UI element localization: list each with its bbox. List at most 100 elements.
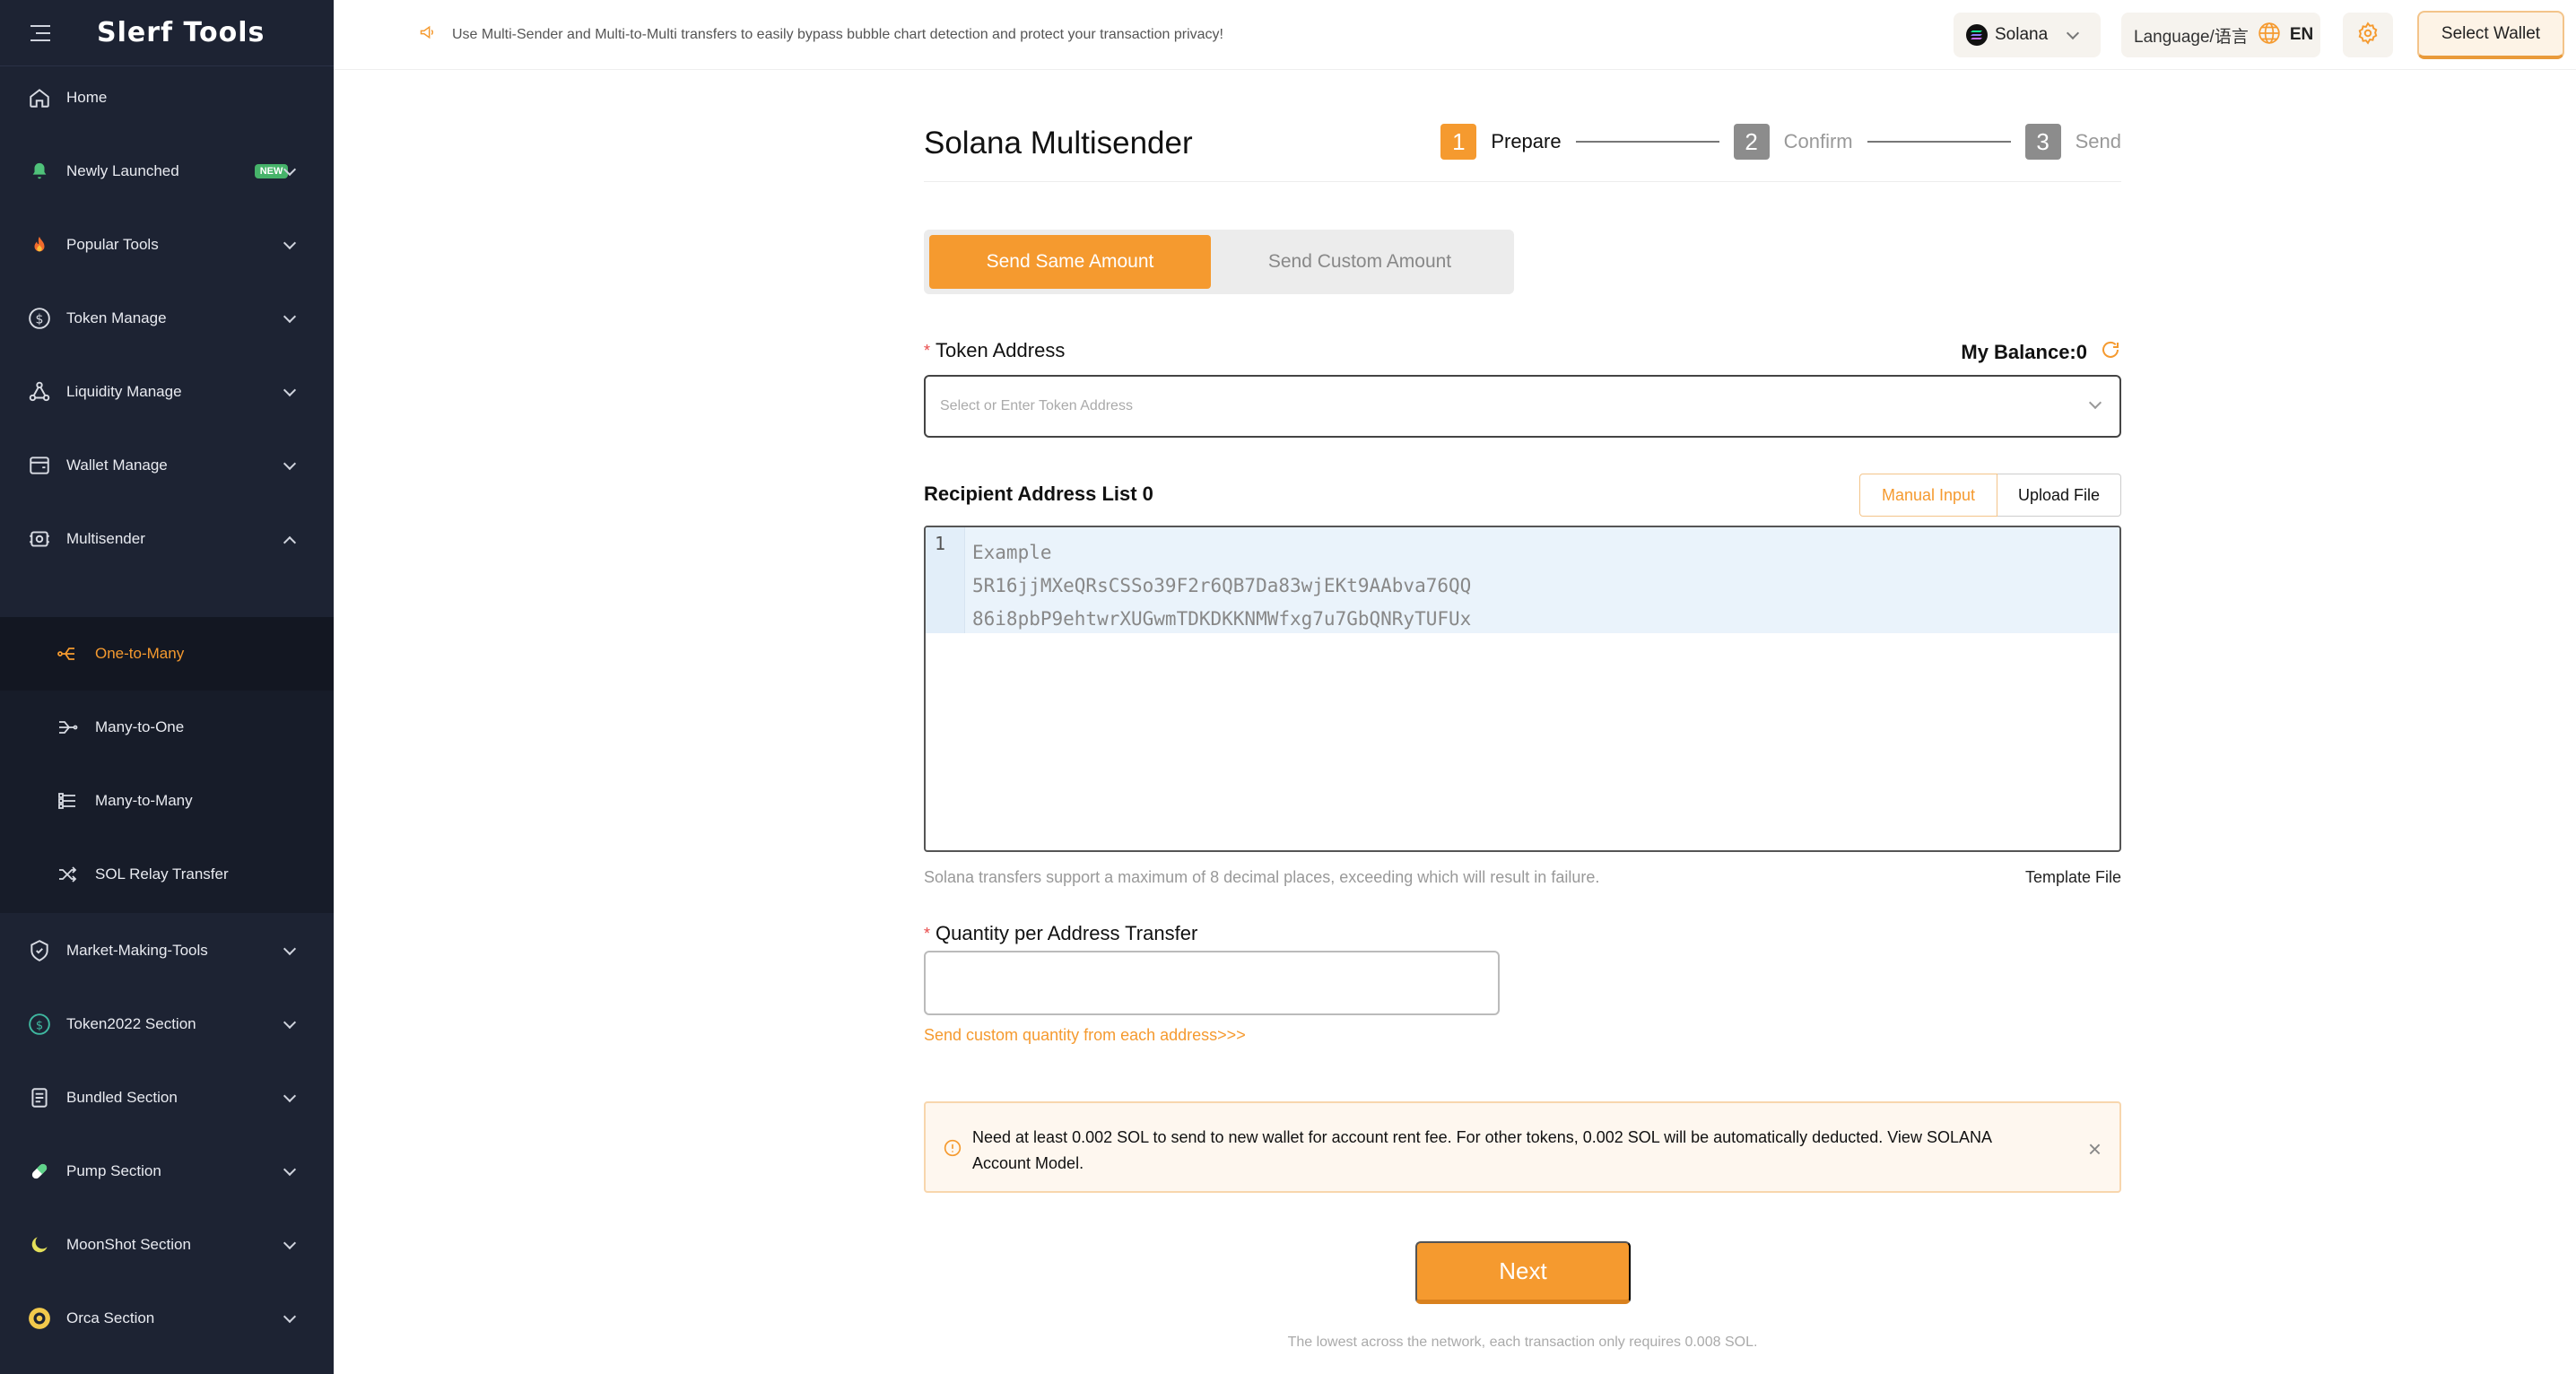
sidebar-item-label: Home <box>66 89 108 106</box>
refresh-icon[interactable] <box>2100 339 2121 366</box>
sidebar-item-orca-section[interactable]: Orca Section <box>0 1282 334 1355</box>
required-asterisk: * <box>924 924 931 943</box>
app-logo[interactable]: Slerf Tools <box>97 17 265 48</box>
rent-fee-alert: Need at least 0.002 SOL to send to new w… <box>924 1101 2121 1193</box>
bell-icon <box>27 159 52 184</box>
svg-text:$: $ <box>36 1019 43 1032</box>
globe-icon <box>2258 22 2281 49</box>
quantity-input[interactable] <box>924 951 1500 1015</box>
sidebar-subitem-label: Many-to-Many <box>95 792 193 809</box>
sidebar-item-label: Popular Tools <box>66 236 159 253</box>
sidebar-subitem-label: SOL Relay Transfer <box>95 865 229 883</box>
orca-icon <box>27 1306 52 1331</box>
sidebar-item-label: Liquidity Manage <box>66 383 182 400</box>
quantity-label-text: Quantity per Address Transfer <box>936 922 1198 944</box>
required-asterisk: * <box>924 341 931 360</box>
line-number: 1 <box>935 533 946 554</box>
sidebar-item-market-making-tools[interactable]: Market-Making-Tools <box>0 914 334 987</box>
sidebar-item-popular-tools[interactable]: Popular Tools <box>0 208 334 282</box>
sidebar-subitem-sol-relay-transfer[interactable]: SOL Relay Transfer <box>0 838 334 911</box>
template-file-link[interactable]: Template File <box>2025 868 2121 887</box>
sidebar-item-home[interactable]: Home <box>0 61 334 135</box>
chevron-down-icon <box>283 1089 297 1103</box>
next-button[interactable]: Next <box>1415 1241 1631 1304</box>
page-title: Solana Multisender <box>924 126 1193 161</box>
editor-line: Example <box>972 542 1052 563</box>
menu-collapse-icon[interactable] <box>30 24 50 41</box>
chevron-down-icon <box>283 1236 297 1250</box>
token-address-label: * Token Address <box>924 339 1065 362</box>
sidebar-item-label: Wallet Manage <box>66 457 168 474</box>
language-selector[interactable]: Language/语言 EN <box>2121 13 2320 57</box>
close-icon[interactable]: × <box>2088 1135 2102 1163</box>
chevron-up-icon <box>283 535 297 550</box>
title-divider <box>924 181 2121 182</box>
editor-line: 86i8pbP9ehtwrXUGwmTDKDKKNMWfxg7u7GbQNRyT… <box>972 608 1472 630</box>
stepper: 1 Prepare 2 Confirm 3 Send <box>1440 124 2121 160</box>
sidebar-subitem-one-to-many[interactable]: One-to-Many <box>0 617 334 691</box>
network-label: Solana <box>1995 25 2049 44</box>
token-address-placeholder: Select or Enter Token Address <box>940 398 1133 413</box>
gear-icon <box>2356 21 2380 49</box>
sidebar-subitem-many-to-one[interactable]: Many-to-One <box>0 691 334 764</box>
sidebar-item-label: Newly Launched <box>66 162 179 179</box>
sidebar-item-liquidity-manage[interactable]: Liquidity Manage <box>0 355 334 429</box>
step-1-number: 1 <box>1440 124 1477 160</box>
token2022-icon: $ <box>27 1012 52 1037</box>
sidebar-item-token2022-section[interactable]: $ Token2022 Section <box>0 987 334 1061</box>
editor-line: 5R16jjMXeQRsCSSo39F2r6QB7Da83wjEKt9AAbva… <box>972 575 1472 596</box>
fee-footnote: The lowest across the network, each tran… <box>1287 1335 1758 1350</box>
sidebar-item-label: Token Manage <box>66 309 167 326</box>
send-custom-amount-tab[interactable]: Send Custom Amount <box>1211 235 1509 289</box>
send-custom-quantity-link[interactable]: Send custom quantity from each address>>… <box>924 1026 1246 1045</box>
sidebar-item-bundled-section[interactable]: Bundled Section <box>0 1061 334 1135</box>
quantity-label: * Quantity per Address Transfer <box>924 922 1197 945</box>
many-to-one-icon <box>56 716 79 739</box>
dollar-icon: $ <box>27 306 52 331</box>
settings-button[interactable] <box>2343 13 2393 57</box>
upload-file-button[interactable]: Upload File <box>1997 474 2121 517</box>
step-2-label: Confirm <box>1783 130 1853 152</box>
send-same-amount-tab[interactable]: Send Same Amount <box>929 235 1211 289</box>
sidebar-item-pump-section[interactable]: Pump Section <box>0 1135 334 1208</box>
bundle-icon <box>27 1085 52 1110</box>
one-to-many-icon <box>56 642 79 665</box>
select-wallet-button[interactable]: Select Wallet <box>2417 11 2564 59</box>
manual-input-button[interactable]: Manual Input <box>1859 474 1997 517</box>
info-icon <box>944 1139 962 1161</box>
chevron-down-icon <box>283 1309 297 1324</box>
amount-mode-toggle: Send Same Amount Send Custom Amount <box>924 230 1514 294</box>
editor-gutter: 1 <box>926 527 965 633</box>
token-address-select[interactable]: Select or Enter Token Address <box>924 375 2121 438</box>
sidebar-item-token-manage[interactable]: $ Token Manage <box>0 282 334 355</box>
megaphone-icon <box>418 23 438 46</box>
recipient-address-editor[interactable]: 1 Example 5R16jjMXeQRsCSSo39F2r6QB7Da83w… <box>924 526 2121 852</box>
step-3-label: Send <box>2075 130 2121 152</box>
chevron-down-icon <box>283 383 297 397</box>
token-address-label-text: Token Address <box>936 339 1066 361</box>
sidebar-item-moonshot-section[interactable]: MoonShot Section <box>0 1208 334 1282</box>
sidebar-subitem-many-to-many[interactable]: Many-to-Many <box>0 764 334 838</box>
editor-content: Example 5R16jjMXeQRsCSSo39F2r6QB7Da83wjE… <box>972 536 1471 636</box>
sidebar-header: Slerf Tools <box>0 0 334 66</box>
sidebar-item-multisender[interactable]: Multisender <box>0 502 334 576</box>
language-code: EN <box>2289 25 2314 44</box>
wallet-icon <box>27 453 52 478</box>
sidebar-item-wallet-manage[interactable]: Wallet Manage <box>0 429 334 502</box>
step-connector <box>1867 141 2011 143</box>
notice-text: Use Multi-Sender and Multi-to-Multi tran… <box>452 26 1223 42</box>
sidebar-item-label: Bundled Section <box>66 1089 178 1106</box>
top-bar: Use Multi-Sender and Multi-to-Multi tran… <box>334 0 2576 70</box>
sidebar-item-label: Multisender <box>66 530 145 547</box>
chevron-down-icon <box>283 457 297 471</box>
sidebar-item-newly-launched[interactable]: Newly Launched NEW <box>0 135 334 208</box>
notice-banner: Use Multi-Sender and Multi-to-Multi tran… <box>418 23 1223 46</box>
sidebar-item-label: Pump Section <box>66 1162 161 1179</box>
moon-icon <box>27 1232 52 1257</box>
sidebar-item-label: Market-Making-Tools <box>66 942 208 959</box>
network-selector[interactable]: Solana <box>1954 13 2101 57</box>
chevron-down-icon <box>283 1162 297 1177</box>
balance-text: My Balance:0 <box>1961 341 2087 363</box>
chevron-down-icon <box>283 236 297 250</box>
sidebar-item-label: Orca Section <box>66 1309 155 1326</box>
